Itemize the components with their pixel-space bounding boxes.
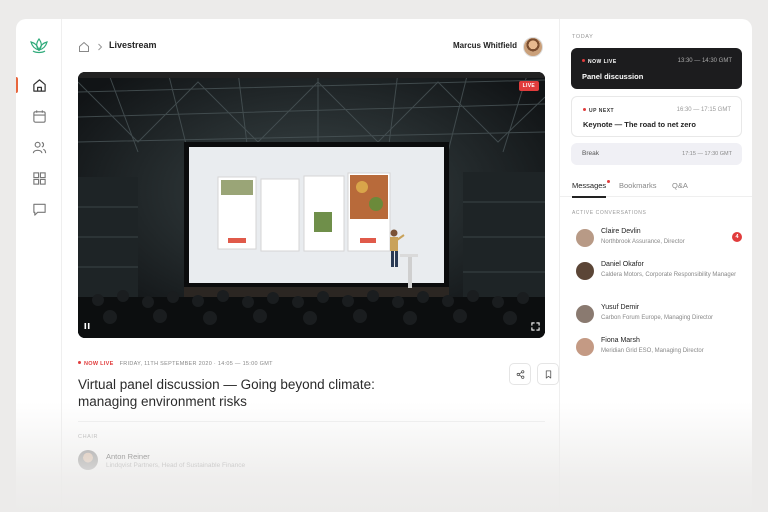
breadcrumb-current: Livestream [109, 40, 157, 50]
event-datetime: FRIDAY, 11TH SEPTEMBER 2020 · 14:05 — 15… [119, 361, 273, 367]
grid-icon [32, 171, 46, 185]
status-dot-icon [583, 108, 586, 111]
conversation-org: Meridian Grid ESO, Managing Director [601, 348, 704, 354]
home-breadcrumb-icon[interactable] [78, 41, 90, 53]
session-time: 17:15 — 17:30 GMT [682, 151, 732, 157]
conversations-heading: ACTIVE CONVERSATIONS [572, 210, 647, 216]
nav-people[interactable] [30, 138, 48, 156]
panel-tabs: Messages Bookmarks Q&A [560, 179, 752, 198]
event-status: NOW LIVE [84, 361, 114, 367]
live-badge: LIVE [518, 81, 539, 91]
session-title: Break [582, 150, 599, 157]
right-panel: TODAY NOW LIVE 13:30 — 14:30 GMT Panel d… [559, 19, 752, 512]
video-player[interactable]: LIVE [78, 72, 545, 338]
unread-dot-icon [607, 180, 610, 183]
session-title: Panel discussion [582, 72, 644, 81]
avatar [576, 229, 594, 247]
session-tag: NOW LIVE [582, 59, 617, 65]
users-icon [32, 141, 46, 153]
session-card-next[interactable]: UP NEXT 16:30 — 17:15 GMT Keynote — The … [571, 96, 742, 137]
pause-icon[interactable] [83, 322, 91, 330]
session-card-live[interactable]: NOW LIVE 13:30 — 14:30 GMT Panel discuss… [571, 48, 742, 89]
conversation-name: Claire Devlin [601, 228, 641, 235]
event-meta: NOW LIVE FRIDAY, 11TH SEPTEMBER 2020 · 14… [78, 361, 273, 367]
main-content: Livestream Marcus Whitfield LIVE NOW LIV… [62, 19, 559, 512]
session-tag-label: UP NEXT [589, 108, 615, 114]
bookmark-icon [545, 369, 551, 379]
session-card-break[interactable]: Break 17:15 — 17:30 GMT [571, 143, 742, 165]
conversation-name: Fiona Marsh [601, 337, 640, 344]
avatar [576, 305, 594, 323]
chair-label: CHAIR [78, 434, 99, 440]
user-name[interactable]: Marcus Whitfield [453, 41, 517, 50]
bookmark-button[interactable] [537, 363, 559, 385]
livestream-video-frame [78, 72, 545, 338]
tab-messages[interactable]: Messages [572, 181, 606, 190]
conversation-org: Northbrook Assurance, Director [601, 239, 685, 245]
tab-bookmarks[interactable]: Bookmarks [619, 181, 657, 190]
session-tag-label: NOW LIVE [588, 59, 617, 65]
tab-qa[interactable]: Q&A [672, 181, 688, 190]
conversation-name: Daniel Okafor [601, 261, 644, 268]
divider [78, 421, 545, 422]
share-button[interactable] [509, 363, 531, 385]
event-title: Virtual panel discussion — Going beyond … [78, 377, 375, 409]
session-time: 13:30 — 14:30 GMT [677, 58, 732, 64]
home-icon [32, 78, 46, 92]
sidebar [16, 19, 62, 512]
avatar [576, 262, 594, 280]
calendar-icon [32, 109, 46, 123]
nav-dashboard[interactable] [30, 169, 48, 187]
active-tab-underline [572, 196, 606, 198]
session-tag: UP NEXT [583, 108, 614, 114]
unread-count-badge: 4 [732, 232, 742, 242]
chair-avatar [78, 450, 98, 470]
chair-name: Anton Reiner [106, 452, 150, 461]
app-window: Livestream Marcus Whitfield LIVE NOW LIV… [16, 19, 752, 512]
conversation-item[interactable]: Fiona Marsh Meridian Grid ESO, Managing … [572, 334, 744, 364]
schedule-heading: TODAY [572, 34, 594, 40]
top-bar: Livestream Marcus Whitfield [62, 19, 559, 75]
conversation-item[interactable]: Claire Devlin Northbrook Assurance, Dire… [572, 225, 744, 255]
live-dot-icon [582, 59, 585, 62]
fullscreen-icon[interactable] [531, 322, 540, 331]
conversation-name: Yusuf Demir [601, 304, 640, 311]
lotus-logo-icon[interactable] [29, 37, 49, 55]
nav-home[interactable] [30, 76, 48, 94]
chair-role: Lindqvist Partners, Head of Sustainable … [106, 462, 246, 469]
live-dot-icon [78, 361, 81, 364]
nav-messages[interactable] [30, 200, 48, 218]
session-title: Keynote — The road to net zero [583, 120, 696, 129]
avatar [576, 338, 594, 356]
chat-icon [32, 203, 46, 216]
nav-active-indicator [16, 77, 18, 93]
conversation-org: Caldera Motors, Corporate Responsibility… [601, 272, 737, 278]
chevron-right-icon [98, 43, 103, 51]
conversation-item[interactable]: Daniel Okafor Caldera Motors, Corporate … [572, 258, 744, 288]
user-avatar[interactable] [523, 37, 543, 57]
conversation-item[interactable]: Yusuf Demir Carbon Forum Europe, Managin… [572, 301, 744, 331]
conversation-org: Carbon Forum Europe, Managing Director [601, 315, 714, 321]
nav-calendar[interactable] [30, 107, 48, 125]
session-time: 16:30 — 17:15 GMT [676, 107, 731, 113]
share-icon [516, 369, 524, 379]
